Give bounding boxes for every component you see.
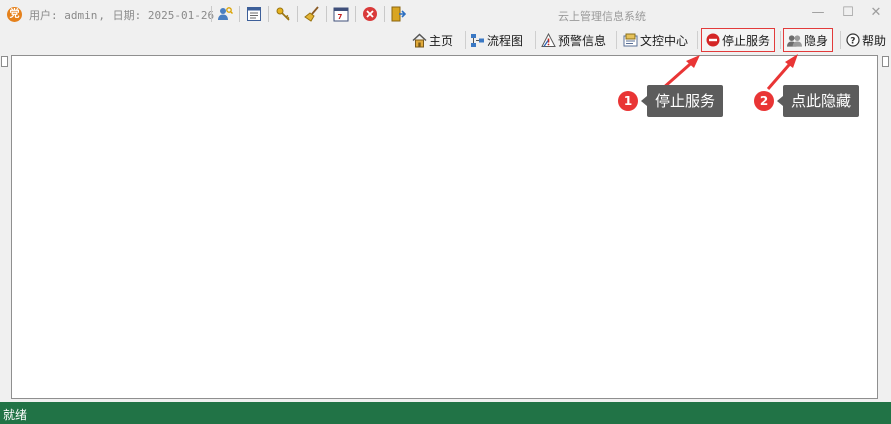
annotation-callout-2: 点此隐藏	[776, 85, 860, 117]
status-text: 就绪	[3, 408, 28, 422]
annotation-badge-1: 1	[618, 91, 638, 111]
status-bar: 就绪	[0, 402, 891, 424]
annotation-callout-1: 停止服务	[640, 85, 724, 117]
annotation-arrows	[661, 54, 798, 91]
annotation-badge-2: 2	[754, 91, 774, 111]
